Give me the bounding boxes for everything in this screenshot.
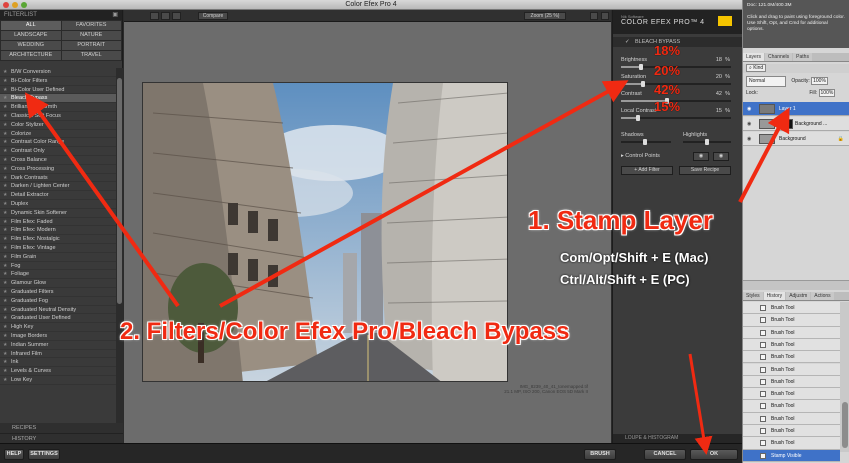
- arrow-to-bleach-bypass: [25, 92, 180, 308]
- arrow-to-sliders: [219, 80, 629, 308]
- arrow-to-layer1: [738, 107, 790, 203]
- annotation-arrows: [25, 80, 790, 455]
- screen: Color Efex Pro 4 FILTERLIST ▣ ALL FAVORIT…: [0, 0, 849, 463]
- arrow-to-ok: [688, 353, 713, 455]
